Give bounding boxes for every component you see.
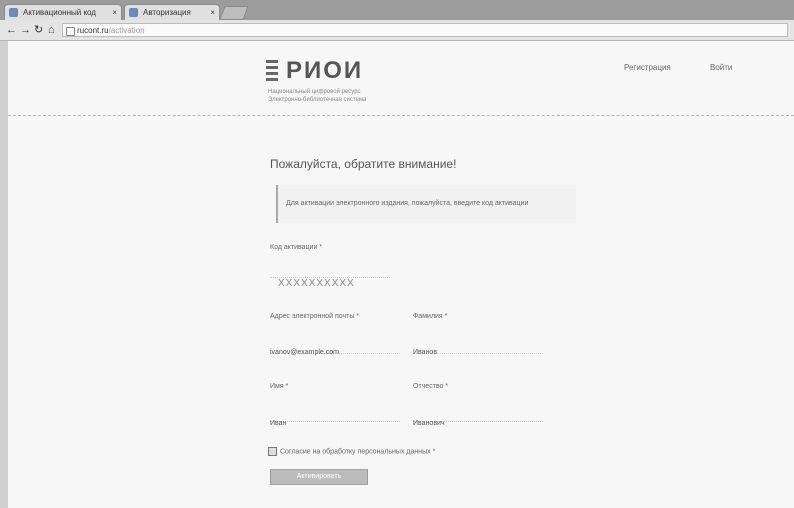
browser-tab-auth[interactable]: Авторизация × <box>124 4 220 20</box>
site-header: РИОИ Национальный цифровой ресурс Электр… <box>8 41 794 116</box>
reload-icon[interactable]: ↻ <box>34 23 43 37</box>
web-page: РИОИ Национальный цифровой ресурс Электр… <box>8 41 794 508</box>
logo-text: РИОИ <box>286 57 364 84</box>
back-arrow-icon[interactable]: ← <box>6 23 17 37</box>
logo-subtitle-line2: Электронно-библиотечная система <box>268 97 367 103</box>
url-host: rucont.ru <box>77 26 109 35</box>
code-input[interactable] <box>270 261 390 278</box>
close-tab-icon[interactable]: × <box>112 5 117 20</box>
forward-arrow-icon[interactable]: → <box>20 23 31 37</box>
close-tab-icon[interactable]: × <box>210 5 215 20</box>
login-link[interactable]: Войти <box>710 63 732 72</box>
browser-toolbar: ← → ↻ ⌂ rucont.ru/activation <box>0 20 794 41</box>
url-path: /activation <box>108 26 145 35</box>
window-edge <box>0 41 8 508</box>
register-link[interactable]: Регистрация <box>624 63 671 72</box>
page-title: Пожалуйста, обратите внимание! <box>270 157 457 171</box>
browser-tab-activation[interactable]: Активационный код × <box>4 4 122 20</box>
address-bar[interactable]: rucont.ru/activation <box>62 23 788 37</box>
favicon-icon <box>129 8 138 17</box>
tab-title: Активационный код <box>23 8 96 17</box>
logo-subtitle: Национальный цифровой ресурс Электронно-… <box>268 88 366 104</box>
lock-icon <box>66 27 75 36</box>
code-value: XXXXXXXXXX <box>278 278 355 289</box>
consent-label: Согласие на обработку персональных данны… <box>280 448 436 456</box>
tab-title: Авторизация <box>143 8 191 17</box>
notice-box: Для активации электронного издания, пожа… <box>276 185 576 223</box>
email-value: ivanov@example.com <box>270 349 339 356</box>
patronymic-label: Отчество * <box>413 383 449 390</box>
surname-value: Иванов <box>413 349 438 356</box>
consent-checkbox[interactable] <box>268 447 277 456</box>
home-icon[interactable]: ⌂ <box>48 23 55 37</box>
consent-row: Согласие на обработку персональных данны… <box>268 447 435 456</box>
code-label: Код активации * <box>270 244 323 251</box>
email-label: Адрес электронной почты * <box>270 313 360 320</box>
submit-button[interactable]: Активировать <box>270 469 368 485</box>
logo-icon <box>266 60 280 82</box>
browser-tab-bar: Активационный код × Авторизация × <box>0 0 794 20</box>
new-tab-button[interactable] <box>219 6 249 20</box>
patronymic-value: Иванович <box>413 420 445 427</box>
surname-label: Фамилия * <box>413 313 448 320</box>
name-value: Иван <box>270 420 287 427</box>
favicon-icon <box>9 8 18 17</box>
logo-subtitle-line1: Национальный цифровой ресурс <box>268 89 361 95</box>
name-input[interactable] <box>270 405 400 422</box>
name-label: Имя * <box>270 383 289 390</box>
